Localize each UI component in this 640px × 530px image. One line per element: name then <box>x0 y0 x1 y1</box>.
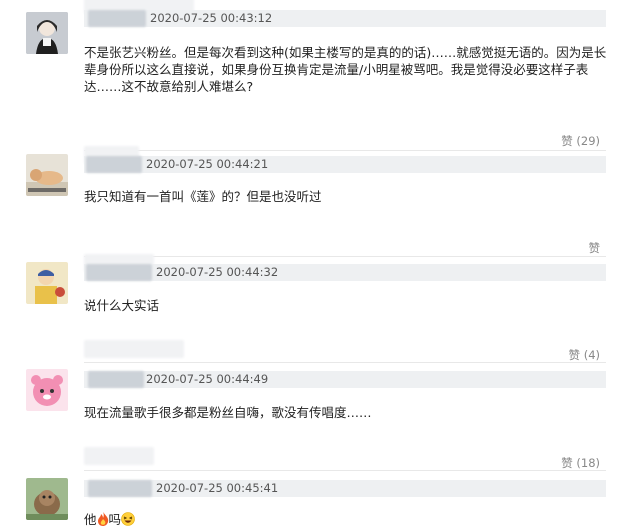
timestamp: 2020-07-25 00:45:41 <box>156 481 279 495</box>
cartoon-character-avatar[interactable] <box>26 262 68 304</box>
pink-bear-avatar[interactable] <box>26 369 68 411</box>
anime-girl-avatar[interactable] <box>26 12 68 54</box>
dog-photo-avatar[interactable] <box>26 154 68 196</box>
comment-header: 2020-07-25 00:43:12 <box>84 10 606 27</box>
ghost-header <box>84 340 184 358</box>
ghost-header <box>84 447 154 465</box>
comment-header: 2020-07-25 00:44:32 <box>84 264 606 281</box>
comment-text-mid: 吗 <box>108 512 122 527</box>
like-button[interactable]: 赞 (29) <box>561 133 600 149</box>
divider <box>84 256 606 257</box>
timestamp: 2020-07-25 00:43:12 <box>150 11 273 25</box>
comment-text: 不是张艺兴粉丝。但是每次看到这种(如果主楼写的是真的的话)……就感觉挺无语的。因… <box>84 45 607 94</box>
username-blurred[interactable] <box>88 10 146 27</box>
comment-text: 现在流量歌手很多都是粉丝自嗨，歌没有传唱度…… <box>84 405 372 420</box>
comment-header: 2020-07-25 00:44:49 <box>84 371 606 388</box>
comment-text: 我只知道有一首叫《莲》的？但是也没听过 <box>84 189 322 204</box>
like-button[interactable]: 赞 (18) <box>561 455 600 471</box>
username-blurred[interactable] <box>88 480 152 497</box>
like-button[interactable]: 赞 (4) <box>569 347 600 363</box>
fire-emoji-icon <box>97 512 109 530</box>
comment-text: 他吗 <box>84 511 614 530</box>
timestamp: 2020-07-25 00:44:49 <box>146 372 269 386</box>
divider <box>84 362 606 363</box>
timestamp: 2020-07-25 00:44:32 <box>156 265 279 279</box>
comment-header: 2020-07-25 00:44:21 <box>84 156 606 173</box>
timestamp: 2020-07-25 00:44:21 <box>146 157 269 171</box>
divider <box>84 470 606 471</box>
comment-text-prefix: 他 <box>84 512 97 527</box>
comment-header: 2020-07-25 00:45:41 <box>84 480 606 497</box>
username-blurred[interactable] <box>86 156 142 173</box>
like-button[interactable]: 赞 <box>589 240 601 256</box>
username-blurred[interactable] <box>88 371 144 388</box>
comment-text: 说什么大实话 <box>84 298 160 313</box>
laughing-emoji-icon <box>121 512 135 530</box>
username-blurred[interactable] <box>86 264 152 281</box>
divider <box>84 150 606 151</box>
animal-photo-avatar[interactable] <box>26 478 68 520</box>
